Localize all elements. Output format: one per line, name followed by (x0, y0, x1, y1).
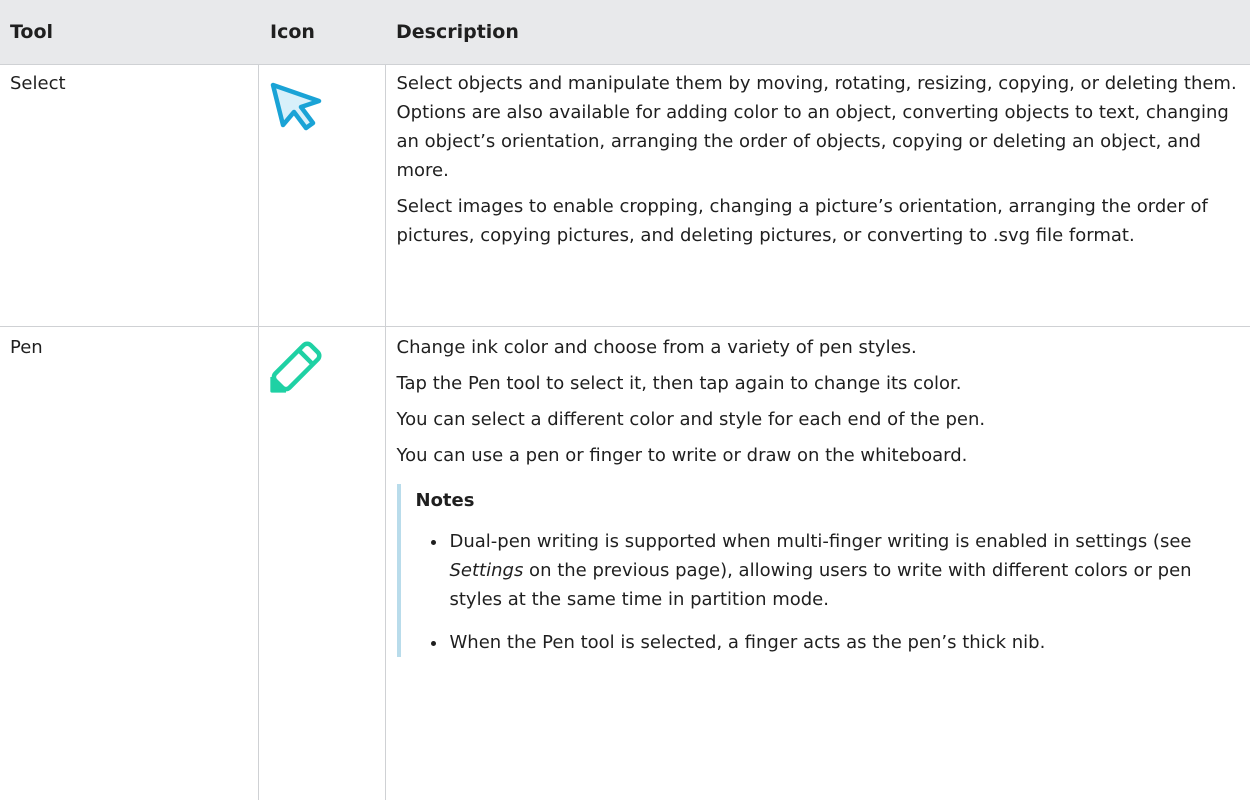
header-tool: Tool (0, 0, 258, 65)
notes-title: Notes (416, 486, 1239, 515)
header-icon: Icon (258, 0, 385, 65)
notes-list: Dual-pen writing is supported when multi… (416, 527, 1239, 657)
description-paragraph: Select images to enable cropping, changi… (397, 192, 1239, 250)
tool-name: Pen (0, 327, 258, 800)
note-item: Dual-pen writing is supported when multi… (448, 527, 1239, 614)
table-row: Select Select objects and manipulate the… (0, 65, 1250, 327)
note-text: on the previous page), allowing users to… (450, 560, 1192, 610)
description-cell: Change ink color and choose from a varie… (385, 327, 1250, 800)
description-cell: Select objects and manipulate them by mo… (385, 65, 1250, 327)
tool-name: Select (0, 65, 258, 327)
note-item: When the Pen tool is selected, a finger … (448, 628, 1239, 657)
description-paragraph: You can use a pen or finger to write or … (397, 441, 1239, 470)
description-paragraph: Change ink color and choose from a varie… (397, 333, 1239, 362)
header-description: Description (385, 0, 1250, 65)
settings-reference: Settings (450, 560, 524, 581)
icon-cell (258, 65, 385, 327)
table-header: Tool Icon Description (0, 0, 1250, 65)
icon-cell (258, 327, 385, 800)
table-row: Pen Change ink color and choose from a v… (0, 327, 1250, 800)
notes-callout: Notes Dual-pen writing is supported when… (397, 484, 1239, 657)
description-paragraph: Tap the Pen tool to select it, then tap … (397, 369, 1239, 398)
note-text: Dual-pen writing is supported when multi… (450, 531, 1192, 552)
description-paragraph: Select objects and manipulate them by mo… (397, 69, 1239, 185)
cursor-arrow-icon (263, 73, 333, 133)
description-paragraph: You can select a different color and sty… (397, 405, 1239, 434)
header-row: Tool Icon Description (0, 0, 1250, 65)
pen-icon (263, 335, 333, 395)
tools-table: Tool Icon Description Select Select obje… (0, 0, 1250, 800)
